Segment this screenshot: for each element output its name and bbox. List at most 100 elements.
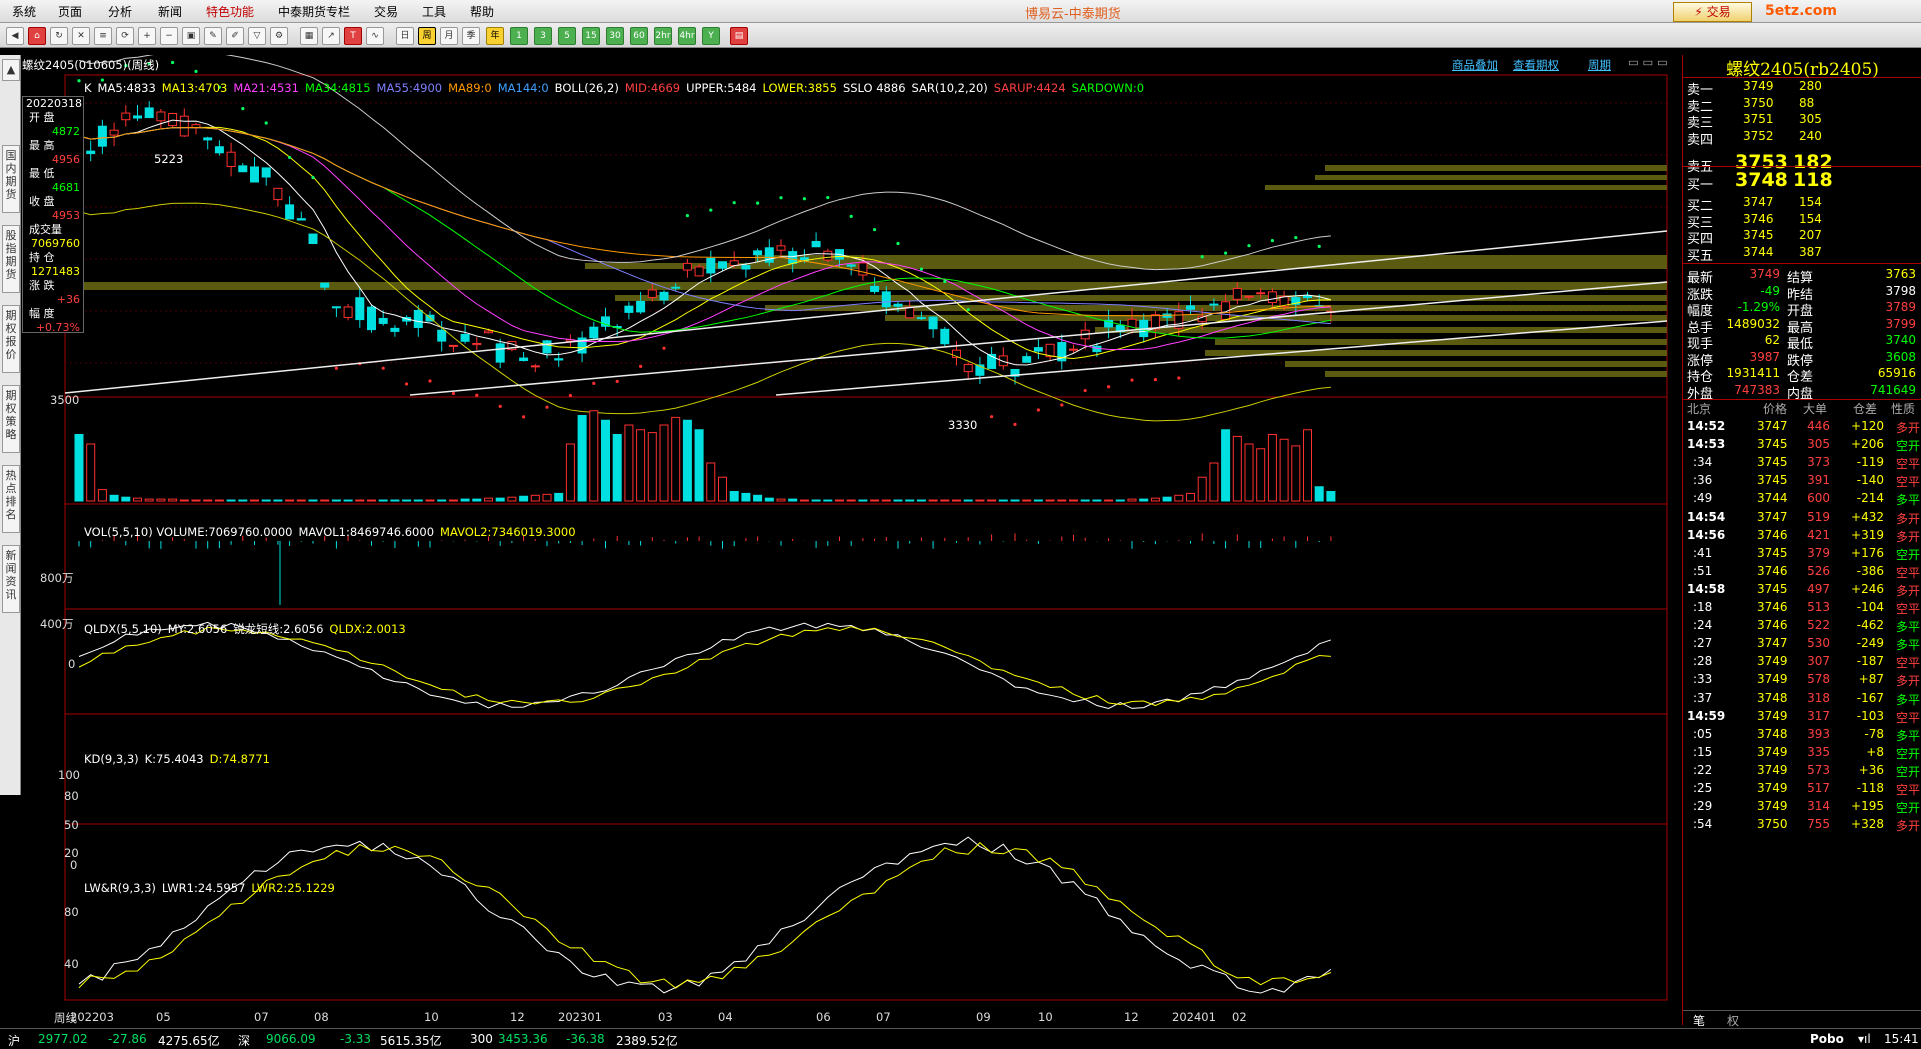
overlay-link[interactable]: 商品叠加 [1452,57,1498,73]
site-logo: 5etz.com [1765,3,1837,19]
ma55-line [78,127,1331,325]
period-30-button[interactable]: 30 [606,27,624,45]
tab-hot-ranking[interactable]: 热点排名 [2,465,20,533]
menu-featured[interactable]: 特色功能 [206,3,254,20]
zoom-in-icon[interactable]: + [138,27,156,45]
tick-row[interactable]: :27 3747 530 -249 多平 [1683,634,1921,652]
tick-nature: 多平 [1895,728,1920,743]
tick-row[interactable]: :05 3748 393 -78 多平 [1683,725,1921,743]
tick-row[interactable]: 14:58 3745 497 +246 多开 [1683,580,1921,598]
draw-pen-icon[interactable]: ✎ [204,27,222,45]
home-icon[interactable]: ⌂ [28,27,46,45]
list-icon[interactable]: ≡ [94,27,112,45]
tick-row[interactable]: :41 3745 379 +176 空开 [1683,544,1921,562]
tab-option-strategy[interactable]: 期权策略 [2,385,20,453]
tick-row[interactable]: :51 3746 526 -386 空平 [1683,562,1921,580]
bid-row[interactable]: 买四 3745 207 [1683,228,1921,247]
back-icon[interactable]: ◀ [6,27,24,45]
tick-row[interactable]: :37 3748 318 -167 多平 [1683,689,1921,707]
window-icon[interactable]: ▣ [182,27,200,45]
period-week-button[interactable]: 周 [418,27,436,45]
menu-help[interactable]: 帮助 [470,3,494,20]
ma-legend-item: MA55:4900 [376,81,443,95]
period-3-button[interactable]: 3 [534,27,552,45]
zoom-out-icon[interactable]: − [160,27,178,45]
tick-row[interactable]: :29 3749 314 +195 空开 [1683,797,1921,815]
tick-row[interactable]: :25 3749 517 -118 空平 [1683,779,1921,797]
tab-rights[interactable]: 权 [1727,1012,1739,1029]
refresh2-icon[interactable]: ⟳ [116,27,134,45]
volume-bar [133,497,142,502]
period-year-icon[interactable]: 年 [486,27,504,45]
tick-row[interactable]: :34 3745 373 -119 空平 [1683,453,1921,471]
period-4hr-button[interactable]: 4hr [678,27,696,45]
tick-row[interactable]: 14:59 3749 317 -103 空平 [1683,707,1921,725]
trade-button[interactable]: ⚡ 交易 [1673,2,1752,22]
period-link[interactable]: 周期 [1588,57,1611,73]
tick-row[interactable]: 14:53 3745 305 +206 空开 [1683,435,1921,453]
tick-row[interactable]: :24 3746 522 -462 多平 [1683,616,1921,634]
tick-icon[interactable]: T [344,27,362,45]
settings-icon[interactable]: ⚙ [270,27,288,45]
window-buttons[interactable]: ▭ ▭ ▭ [1628,55,1668,69]
table-icon[interactable]: ▦ [300,27,318,45]
menu-page[interactable]: 页面 [58,3,82,20]
tick-row[interactable]: :36 3745 391 -140 空平 [1683,471,1921,489]
period-15-button[interactable]: 15 [582,27,600,45]
tab-index-futures[interactable]: 股指期货 [2,225,20,293]
tab-domestic-futures[interactable]: 国内期货 [2,145,20,213]
filter-icon[interactable]: ▽ [248,27,266,45]
calculator-icon[interactable]: ▤ [730,27,748,45]
bid-row[interactable]: 买一 3748 118 [1683,169,1921,195]
tick-row[interactable]: 14:54 3747 519 +432 多开 [1683,508,1921,526]
tick-row[interactable]: :15 3749 335 +8 空开 [1683,743,1921,761]
line-chart-icon[interactable]: ↗ [322,27,340,45]
period-2hr-button[interactable]: 2hr [654,27,672,45]
minute-icon[interactable]: ∿ [366,27,384,45]
period-60-button[interactable]: 60 [630,27,648,45]
info-value: 1271483 [31,265,80,278]
menu-analysis[interactable]: 分析 [108,3,132,20]
tab-news[interactable]: 新闻资讯 [2,545,20,613]
x-axis-label: 05 [156,1010,171,1024]
ma-legend-item: K [84,81,92,95]
bid-row[interactable]: 买五 3744 387 [1683,245,1921,264]
tick-price: 3749 [1757,799,1788,814]
tab-ticks[interactable]: 笔 [1693,1012,1705,1029]
chart-area[interactable]: 螺纹2405(010605)(周线) 商品叠加 查看期权 周期 ▭ ▭ ▭ KM… [20,55,1682,1025]
brush-icon[interactable]: ✐ [226,27,244,45]
book-divider [1683,166,1921,167]
period-day-button[interactable]: 日 [396,27,414,45]
collapse-icon[interactable]: ▲ [2,59,20,81]
menu-tools[interactable]: 工具 [422,3,446,20]
bid-row[interactable]: 买二 3747 154 [1683,195,1921,214]
tick-row[interactable]: :33 3749 578 +87 多开 [1683,670,1921,688]
cross-icon[interactable]: ✕ [72,27,90,45]
kline-chart-svg[interactable] [20,55,1682,1025]
tick-row[interactable]: :22 3749 573 +36 空开 [1683,761,1921,779]
period-5-button[interactable]: 5 [558,27,576,45]
menu-trade[interactable]: 交易 [374,3,398,20]
period-y-button[interactable]: Y [702,27,720,45]
menu-zhongtai-column[interactable]: 中泰期货专栏 [278,3,350,20]
ask-row[interactable]: 卖一 3749 280 [1683,79,1921,98]
tick-row[interactable]: :54 3750 755 +328 多开 [1683,815,1921,833]
candle-body [86,150,96,155]
tick-row[interactable]: :28 3749 307 -187 空平 [1683,652,1921,670]
ask-row[interactable]: 卖二 3750 88 [1683,96,1921,115]
tick-row[interactable]: 14:52 3747 446 +120 多开 [1683,417,1921,435]
tab-option-quotes[interactable]: 期权报价 [2,305,20,373]
tick-row[interactable]: 14:56 3746 421 +319 多开 [1683,526,1921,544]
bid-row[interactable]: 买三 3746 154 [1683,212,1921,231]
ask-row[interactable]: 卖三 3751 305 [1683,112,1921,131]
menu-system[interactable]: 系统 [12,3,36,20]
menu-news[interactable]: 新闻 [158,3,182,20]
tick-row[interactable]: :18 3746 513 -104 空平 [1683,598,1921,616]
view-options-link[interactable]: 查看期权 [1513,57,1559,73]
period-1-button[interactable]: 1 [510,27,528,45]
period-month-button[interactable]: 月 [440,27,458,45]
tick-row[interactable]: :49 3744 600 -214 多平 [1683,489,1921,507]
ask-row[interactable]: 卖四 3752 240 [1683,129,1921,148]
refresh-icon[interactable]: ↻ [50,27,68,45]
period-season-button[interactable]: 季 [462,27,480,45]
